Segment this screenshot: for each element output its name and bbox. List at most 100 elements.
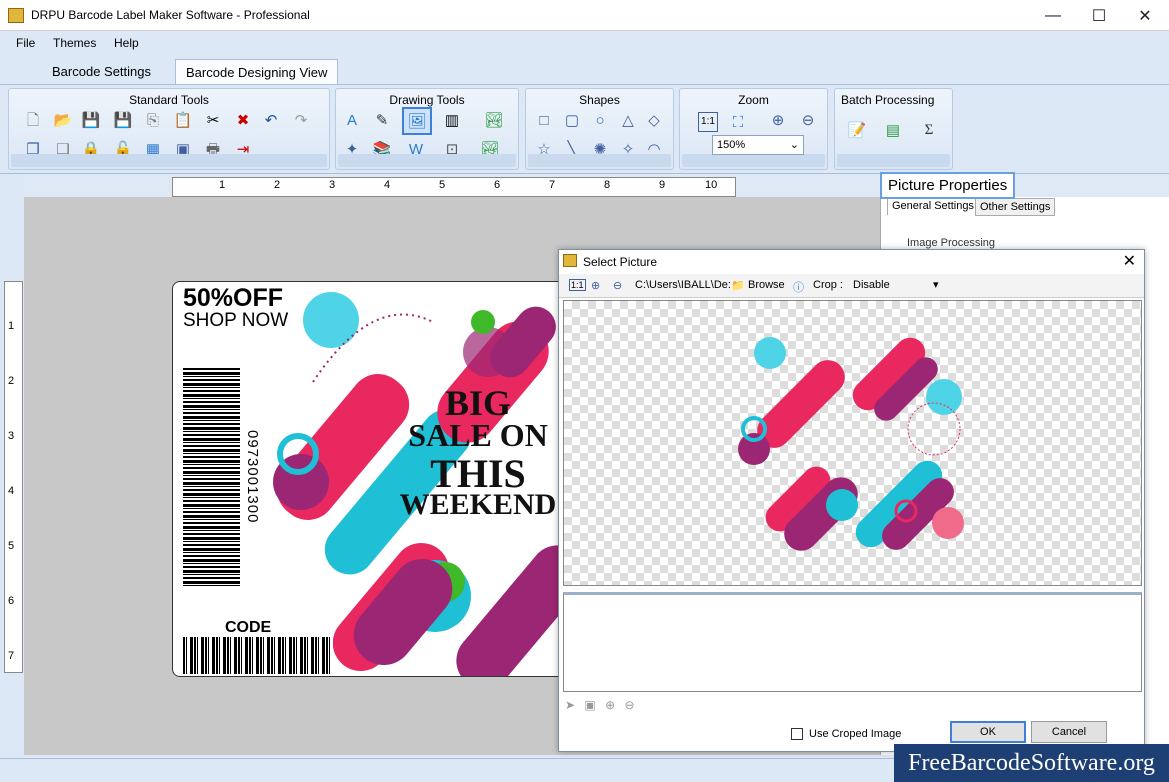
group-standard-tools: Standard Tools 🗋 📂 💾 💾 ⎘ 📋 ✂ ✖ ↶ ↷ ❐ ❏ 🔒…	[8, 88, 330, 170]
ruler-num: 9	[659, 179, 666, 191]
window-title: DRPU Barcode Label Maker Software - Prof…	[31, 8, 310, 22]
weekend-text[interactable]: WEEKEND	[373, 488, 571, 522]
bottom-toolbar: ➤ ▣ ⊕ ⊖	[565, 698, 635, 712]
rounded-rect-icon[interactable]: ▢	[562, 110, 582, 130]
new-icon[interactable]: 🗋	[23, 110, 43, 130]
redo-icon[interactable]: ↷	[291, 110, 311, 130]
tab-barcode-settings[interactable]: Barcode Settings	[42, 59, 161, 85]
subheadline-text[interactable]: SHOP NOW	[183, 310, 288, 332]
view-tabs: Barcode Settings Barcode Designing View	[0, 55, 1169, 85]
cut-icon[interactable]: ✂	[203, 110, 223, 130]
text-icon[interactable]: A	[342, 110, 362, 130]
path-field[interactable]: C:\Users\IBALL\De:	[635, 279, 731, 291]
group-batch-processing: Batch Processing 📝 ▤ Σ	[834, 88, 953, 170]
maximize-button[interactable]: ☐	[1076, 0, 1122, 31]
ruler-num: 2	[8, 375, 15, 387]
select-picture-dialog: Select Picture ✕ 1:1 ⊕ ⊖ C:\Users\IBALL\…	[558, 249, 1145, 752]
menu-file[interactable]: File	[16, 36, 35, 50]
zoom-in-icon[interactable]: ⊕	[605, 698, 615, 712]
formula-icon[interactable]: Σ	[919, 120, 939, 140]
open-icon[interactable]: 📂	[53, 110, 73, 130]
one-to-one-icon[interactable]: 1:1	[569, 279, 586, 291]
fit-icon[interactable]: ⛶	[728, 112, 748, 132]
delete-icon[interactable]: ✖	[233, 110, 253, 130]
browse-button[interactable]: Browse	[748, 279, 785, 291]
barcode-number-text[interactable]: 0973001300	[244, 430, 261, 523]
ruler-num: 1	[8, 320, 15, 332]
dialog-app-icon	[563, 254, 577, 267]
group-title: Batch Processing	[841, 93, 935, 107]
zoom-value: 150%	[717, 139, 746, 151]
zoom-1to1-icon[interactable]: 1:1	[698, 112, 718, 132]
paste-icon[interactable]: 📋	[173, 110, 193, 130]
menu-themes[interactable]: Themes	[53, 36, 96, 50]
ellipse-icon[interactable]: ○	[590, 110, 610, 130]
save-icon[interactable]: 💾	[81, 110, 101, 130]
one-to-one-icon[interactable]: ▣	[584, 698, 595, 712]
diamond-icon[interactable]: ◇	[644, 110, 664, 130]
headline-text[interactable]: 50%OFF	[183, 284, 283, 313]
zoom-out-icon[interactable]: ⊖	[613, 279, 622, 292]
barcode-icon[interactable]: ▥	[442, 110, 462, 130]
batch-excel-icon[interactable]: ▤	[883, 120, 903, 140]
copy-icon[interactable]: ⎘	[143, 110, 163, 130]
vertical-barcode[interactable]	[183, 368, 240, 586]
batch-edit-icon[interactable]: 📝	[847, 120, 867, 140]
close-button[interactable]: ✕	[1122, 0, 1168, 31]
ruler-num: 6	[494, 179, 501, 191]
title-bar: DRPU Barcode Label Maker Software - Prof…	[0, 0, 1169, 31]
zoom-in-icon[interactable]: ⊕	[768, 110, 788, 130]
tab-barcode-designing-view[interactable]: Barcode Designing View	[175, 59, 339, 85]
menu-bar: File Themes Help	[0, 31, 1169, 55]
ruler-num: 4	[8, 485, 15, 497]
cancel-button[interactable]: Cancel	[1031, 721, 1107, 743]
crop-label: Crop :	[813, 279, 843, 291]
triangle-icon[interactable]: △	[618, 110, 638, 130]
ruler-num: 3	[329, 179, 336, 191]
properties-title: Picture Properties	[880, 172, 1016, 199]
use-cropped-checkbox[interactable]	[791, 728, 803, 740]
group-title: Drawing Tools	[389, 93, 465, 107]
zoom-in-icon[interactable]: ⊕	[591, 279, 600, 292]
ruler-num: 2	[274, 179, 281, 191]
picture-preview[interactable]	[563, 300, 1142, 586]
group-title: Shapes	[579, 93, 620, 107]
ruler-num: 7	[8, 650, 15, 662]
ribbon: Standard Tools 🗋 📂 💾 💾 ⎘ 📋 ✂ ✖ ↶ ↷ ❐ ❏ 🔒…	[0, 84, 1169, 174]
menu-help[interactable]: Help	[114, 36, 139, 50]
horizontal-barcode[interactable]	[183, 637, 333, 674]
ruler-num: 7	[549, 179, 556, 191]
help-icon[interactable]: ⓘ	[793, 279, 804, 295]
ruler-num: 6	[8, 595, 15, 607]
folder-icon[interactable]: 📁	[731, 279, 745, 292]
dialog-close-button[interactable]: ✕	[1123, 251, 1136, 271]
app-icon	[8, 8, 24, 23]
pointer-icon[interactable]: ➤	[565, 698, 575, 712]
label-preview[interactable]: 50%OFF SHOP NOW 0973001300 BIG SALE ON T…	[172, 281, 572, 677]
image-icon[interactable]: 🏞	[484, 110, 504, 130]
tab-general-settings[interactable]: General Settings	[887, 197, 979, 215]
ok-button[interactable]: OK	[950, 721, 1026, 743]
ruler-num: 3	[8, 430, 15, 442]
zoom-select[interactable]: 150% ⌄	[712, 135, 804, 155]
rectangle-icon[interactable]: □	[534, 110, 554, 130]
tab-other-settings[interactable]: Other Settings	[975, 198, 1056, 216]
pencil-icon[interactable]: ✎	[372, 110, 392, 130]
watermark-banner: FreeBarcodeSoftware.org	[894, 744, 1169, 782]
zoom-out-icon[interactable]: ⊖	[798, 110, 818, 130]
undo-icon[interactable]: ↶	[261, 110, 281, 130]
ruler-num: 4	[384, 179, 391, 191]
dialog-toolbar: 1:1 ⊕ ⊖ C:\Users\IBALL\De: 📁 Browse ⓘ Cr…	[559, 274, 1144, 298]
ruler-num: 5	[8, 540, 15, 552]
save-as-icon[interactable]: 💾	[113, 110, 133, 130]
code-text[interactable]: CODE	[225, 619, 271, 637]
picture-icon[interactable]: 🖼	[402, 107, 432, 135]
horizontal-ruler: 1 2 3 4 5 6 7 8 9 10	[172, 177, 736, 197]
ruler-num: 10	[705, 179, 718, 191]
sale-on-text[interactable]: SALE ON	[373, 417, 571, 454]
use-cropped-label: Use Croped Image	[809, 728, 902, 740]
cropped-preview[interactable]	[563, 592, 1142, 692]
zoom-out-icon[interactable]: ⊖	[625, 698, 635, 712]
crop-select[interactable]: Disable ▾	[849, 276, 941, 295]
minimize-button[interactable]: —	[1030, 0, 1076, 31]
